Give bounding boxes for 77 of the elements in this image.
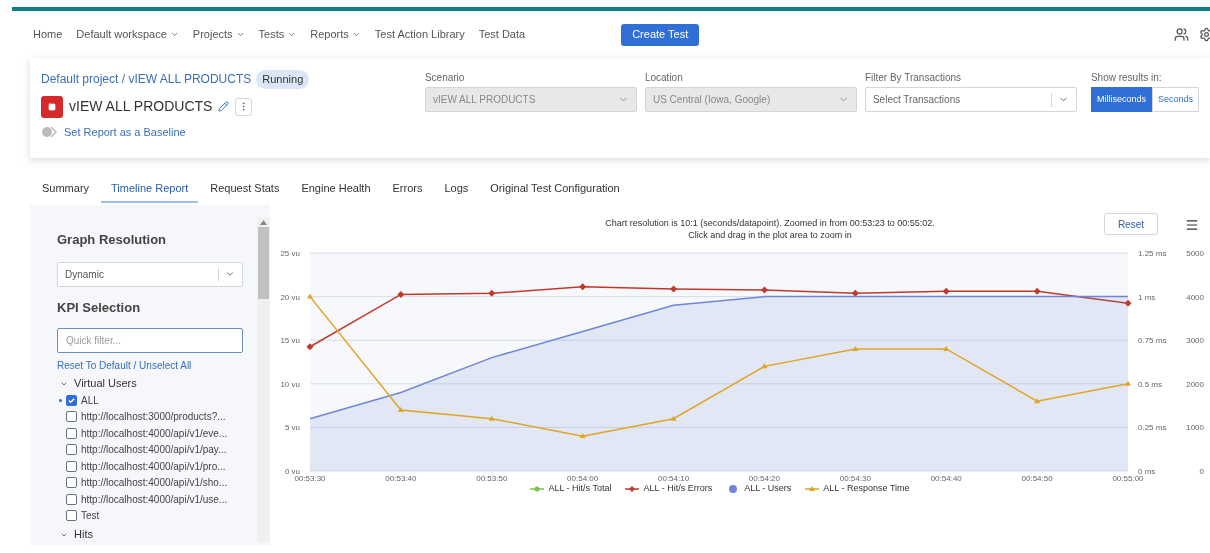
axis-label: 1 ms bbox=[1138, 292, 1156, 302]
field-label: Show results in: bbox=[1090, 71, 1163, 85]
axis-label: 00:54:40 bbox=[930, 474, 962, 483]
chart-caption: Chart resolution is 10:1 (seconds/datapoint). Zoomed in from 00:53:23 to 00:55:02. Click and drag in the plot area to zoom in bbox=[605, 217, 935, 241]
field-label: Filter By Transactions bbox=[864, 71, 963, 85]
report-tab[interactable]: Timeline Report bbox=[101, 176, 199, 203]
unselect-link[interactable]: Unselect All bbox=[139, 360, 192, 371]
kpi-label: http://localhost:3000/products?... bbox=[81, 410, 226, 425]
field-label: Location bbox=[644, 71, 684, 85]
axis-label: 0.25 ms bbox=[1138, 423, 1167, 433]
axis-label: 25 vu bbox=[280, 249, 300, 258]
kpi-label: ALL bbox=[81, 393, 99, 408]
axis-label: 3000 bbox=[1186, 336, 1204, 346]
dropdown-field[interactable]: Select Transactions bbox=[864, 87, 1077, 112]
nav-link[interactable]: Reports bbox=[310, 26, 361, 43]
reset-button[interactable]: Reset bbox=[1103, 213, 1158, 235]
report-tab[interactable]: Engine Health bbox=[301, 176, 371, 203]
legend-label[interactable]: ALL - Hit/s Errors bbox=[643, 482, 713, 496]
axis-label: 0 vu bbox=[284, 467, 300, 476]
nav-link[interactable]: Tests bbox=[258, 26, 297, 43]
report-tab[interactable]: Errors bbox=[392, 176, 423, 203]
axis-label: 0 bbox=[1199, 467, 1204, 476]
kpi-label: http://localhost:4000/api/v1/use... bbox=[81, 492, 228, 507]
axis-label: 2000 bbox=[1186, 379, 1204, 389]
report-tab[interactable]: Summary bbox=[42, 176, 90, 203]
axis-label: 5 vu bbox=[284, 423, 300, 433]
kpi-label: http://localhost:4000/api/v1/sho... bbox=[81, 476, 228, 491]
baseline-link[interactable]: Set Report as a Baseline bbox=[64, 123, 186, 140]
test-title: vIEW ALL PRODUCTS bbox=[69, 97, 213, 116]
nav-link[interactable]: Test Action Library bbox=[374, 26, 465, 43]
resolution-dropdown[interactable]: Dynamic bbox=[57, 261, 243, 287]
unit-toggle[interactable]: Seconds bbox=[1151, 87, 1199, 112]
axis-label: 0.75 ms bbox=[1138, 336, 1167, 346]
axis-label: 00:53:40 bbox=[385, 474, 417, 483]
kpi-label: Test bbox=[81, 509, 100, 524]
breadcrumb[interactable]: Default project / vIEW ALL PRODUCTS bbox=[41, 70, 252, 89]
axis-label: 00:53:50 bbox=[476, 474, 508, 483]
field-label: Scenario bbox=[424, 71, 466, 85]
axis-label: 0 ms bbox=[1138, 467, 1156, 476]
unit-toggle[interactable]: Milliseconds bbox=[1090, 87, 1152, 112]
axis-label: 1.25 ms bbox=[1138, 249, 1167, 258]
nav-link[interactable]: Test Data bbox=[478, 26, 526, 43]
report-tab[interactable]: Logs bbox=[444, 176, 469, 203]
axis-label: 00:54:00 bbox=[567, 474, 599, 483]
status-badge: Running bbox=[256, 70, 310, 89]
axis-label: 00:54:50 bbox=[1021, 474, 1053, 483]
legend-label[interactable]: ALL - Response Time bbox=[823, 482, 910, 496]
axis-label: 00:55:00 bbox=[1112, 474, 1144, 483]
axis-label: 0.5 ms bbox=[1138, 379, 1162, 389]
nav-link[interactable]: Default workspace bbox=[76, 26, 179, 43]
nav-link[interactable]: Home bbox=[33, 26, 63, 43]
nav-link[interactable]: Projects bbox=[192, 26, 245, 43]
legend-label[interactable]: ALL - Users bbox=[744, 482, 792, 496]
reset-link[interactable]: Reset To Default bbox=[57, 360, 131, 371]
axis-label: 00:54:20 bbox=[748, 474, 780, 483]
create-test-button[interactable]: Create Test bbox=[621, 23, 700, 46]
axis-label: 20 vu bbox=[280, 292, 300, 302]
section-title: Graph Resolution bbox=[57, 231, 168, 249]
separator: / bbox=[133, 360, 137, 371]
quick-filter-field[interactable]: Quick filter... bbox=[57, 328, 243, 353]
report-tab[interactable]: Request Stats bbox=[210, 176, 280, 203]
section-title: KPI Selection bbox=[57, 298, 142, 317]
kpi-label: http://localhost:4000/api/v1/pay... bbox=[81, 443, 227, 458]
axis-label: 15 vu bbox=[280, 336, 300, 346]
report-tab[interactable]: Original Test Configuration bbox=[490, 176, 620, 203]
legend-label[interactable]: ALL - Hit/s Total bbox=[548, 482, 612, 496]
axis-label: 1000 bbox=[1186, 423, 1204, 433]
kpi-label: http://localhost:4000/api/v1/eve... bbox=[81, 426, 228, 441]
axis-label: 4000 bbox=[1186, 292, 1204, 302]
axis-label: 00:54:30 bbox=[839, 474, 871, 483]
group-toggle[interactable]: Hits bbox=[57, 526, 243, 543]
kpi-label: http://localhost:4000/api/v1/pro... bbox=[81, 459, 226, 474]
group-toggle[interactable]: Virtual Users bbox=[57, 375, 243, 392]
axis-label: 10 vu bbox=[280, 379, 300, 389]
axis-label: 5000 bbox=[1186, 249, 1204, 258]
axis-label: 00:54:10 bbox=[658, 474, 690, 483]
axis-label: 00:53:30 bbox=[294, 474, 326, 483]
